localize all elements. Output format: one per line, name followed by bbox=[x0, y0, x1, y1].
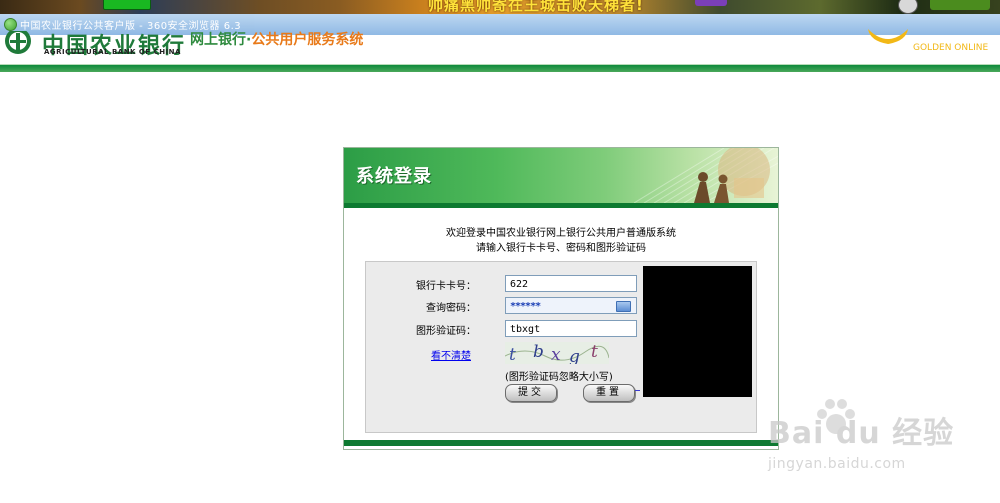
reset-button[interactable]: 重置 bbox=[583, 384, 635, 402]
bank-name-english: AGRICULTURAL BANK OF CHINA bbox=[44, 48, 181, 56]
header-illustration bbox=[634, 148, 778, 203]
login-header-divider bbox=[344, 203, 778, 208]
login-title: 系统登录 bbox=[356, 166, 432, 187]
baidu-watermark: Bai du 经验 jingyan.baidu.com bbox=[768, 398, 978, 480]
service-prefix: 网上银行· bbox=[190, 32, 252, 48]
login-panel: 系统登录 欢迎登录中国农业银行网上银行公共用户普通版系统 请输入银行卡卡号、密码… bbox=[343, 147, 779, 450]
banner-game-logo bbox=[695, 0, 727, 6]
banner-close-icon[interactable] bbox=[930, 0, 990, 10]
card-number-input[interactable]: 622 bbox=[505, 275, 637, 292]
login-header: 系统登录 bbox=[344, 148, 778, 203]
welcome-message: 欢迎登录中国农业银行网上银行公共用户普通版系统 bbox=[446, 228, 676, 239]
banner-headline: 帅痛黑帅寄在王城击败天梯者! bbox=[428, 0, 644, 14]
ad-banner[interactable]: 帅痛黑帅寄在王城击败天梯者! bbox=[0, 0, 1000, 14]
login-form: 银行卡卡号： 622 查询密码： ****** 图形验证码： tbxgt 看不清… bbox=[365, 261, 757, 433]
login-footer-bar bbox=[344, 440, 778, 446]
card-number-label: 银行卡卡号： bbox=[416, 281, 476, 292]
keyboard-icon[interactable] bbox=[616, 301, 631, 312]
browser-logo-icon bbox=[4, 18, 17, 31]
service-name: 公共用户服务系统 bbox=[251, 32, 364, 48]
password-label: 查询密码： bbox=[426, 303, 476, 314]
captcha-glyph: x bbox=[551, 345, 561, 364]
captcha-glyph: t bbox=[509, 345, 516, 364]
password-value: ****** bbox=[510, 301, 541, 312]
submit-button[interactable]: 提交 bbox=[505, 384, 557, 402]
watermark-brand: Bai du 经验 bbox=[768, 416, 955, 451]
refresh-captcha-link[interactable]: 看不清楚 bbox=[431, 347, 471, 362]
captcha-label: 图形验证码： bbox=[416, 326, 476, 337]
captcha-glyph: t bbox=[591, 342, 598, 362]
password-input[interactable]: ****** bbox=[505, 297, 637, 314]
instruction-message: 请输入银行卡卡号、密码和图形验证码 bbox=[476, 243, 646, 254]
banner-badge-icon bbox=[898, 0, 918, 14]
captcha-image[interactable]: t b x g t bbox=[505, 342, 609, 364]
captcha-input[interactable]: tbxgt bbox=[505, 320, 637, 337]
watermark-url: jingyan.baidu.com bbox=[768, 456, 906, 472]
captcha-glyph: g bbox=[569, 347, 580, 364]
hidden-link[interactable] bbox=[635, 390, 640, 391]
captcha-hint: (图形验证码忽略大小写) bbox=[505, 372, 613, 383]
golden-online-logo-icon bbox=[868, 29, 908, 44]
service-title: 网上银行·公共用户服务系统 bbox=[190, 29, 363, 49]
banner-cta-button[interactable] bbox=[103, 0, 151, 10]
black-panel bbox=[643, 266, 752, 397]
captcha-glyph: b bbox=[533, 342, 544, 362]
header-divider bbox=[0, 64, 1000, 72]
abc-bank-logo-icon bbox=[5, 31, 31, 54]
bank-header: 中国农业银行 AGRICULTURAL BANK OF CHINA 网上银行·公… bbox=[0, 29, 1000, 64]
golden-online-label: GOLDEN ONLINE bbox=[913, 43, 989, 53]
